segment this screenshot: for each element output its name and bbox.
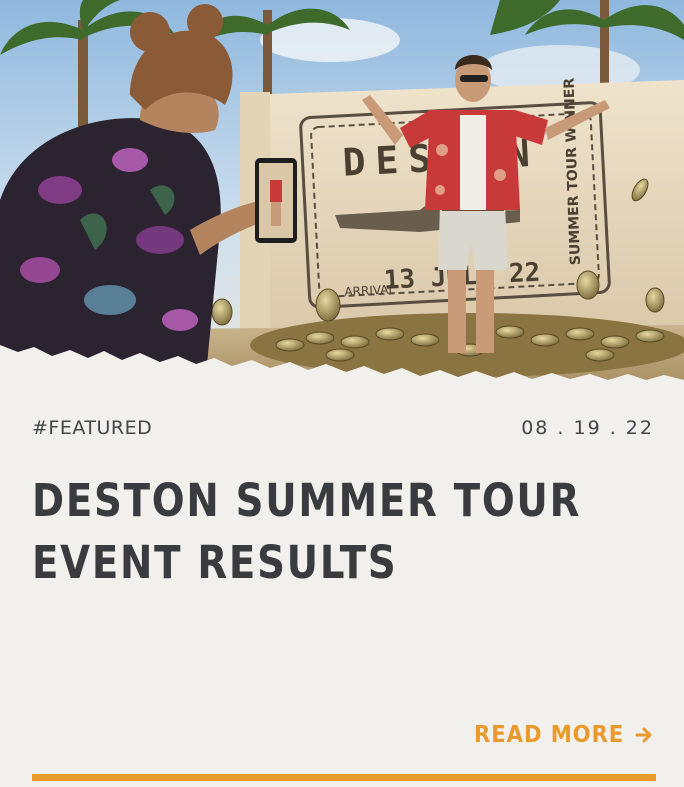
- read-more-label: READ MORE: [473, 722, 624, 748]
- hero-image[interactable]: DESTON SUMMER TOUR WINNER ARRIVAL 13 JUL…: [0, 0, 684, 385]
- category-tag[interactable]: #FEATURED: [32, 417, 152, 439]
- card-meta: #FEATURED 08 . 19 . 22: [32, 416, 654, 440]
- arrow-right-icon: [635, 727, 652, 743]
- publish-date: 08 . 19 . 22: [521, 417, 654, 439]
- title-line-2: EVENT RESULTS: [32, 536, 398, 589]
- read-more-link[interactable]: READ MORE: [461, 722, 654, 748]
- news-card[interactable]: DESTON SUMMER TOUR WINNER ARRIVAL 13 JUL…: [0, 0, 684, 787]
- article-title[interactable]: DESTON SUMMER TOUR EVENT RESULTS: [32, 470, 582, 594]
- accent-bar: [32, 774, 656, 781]
- title-line-1: DESTON SUMMER TOUR: [32, 474, 582, 527]
